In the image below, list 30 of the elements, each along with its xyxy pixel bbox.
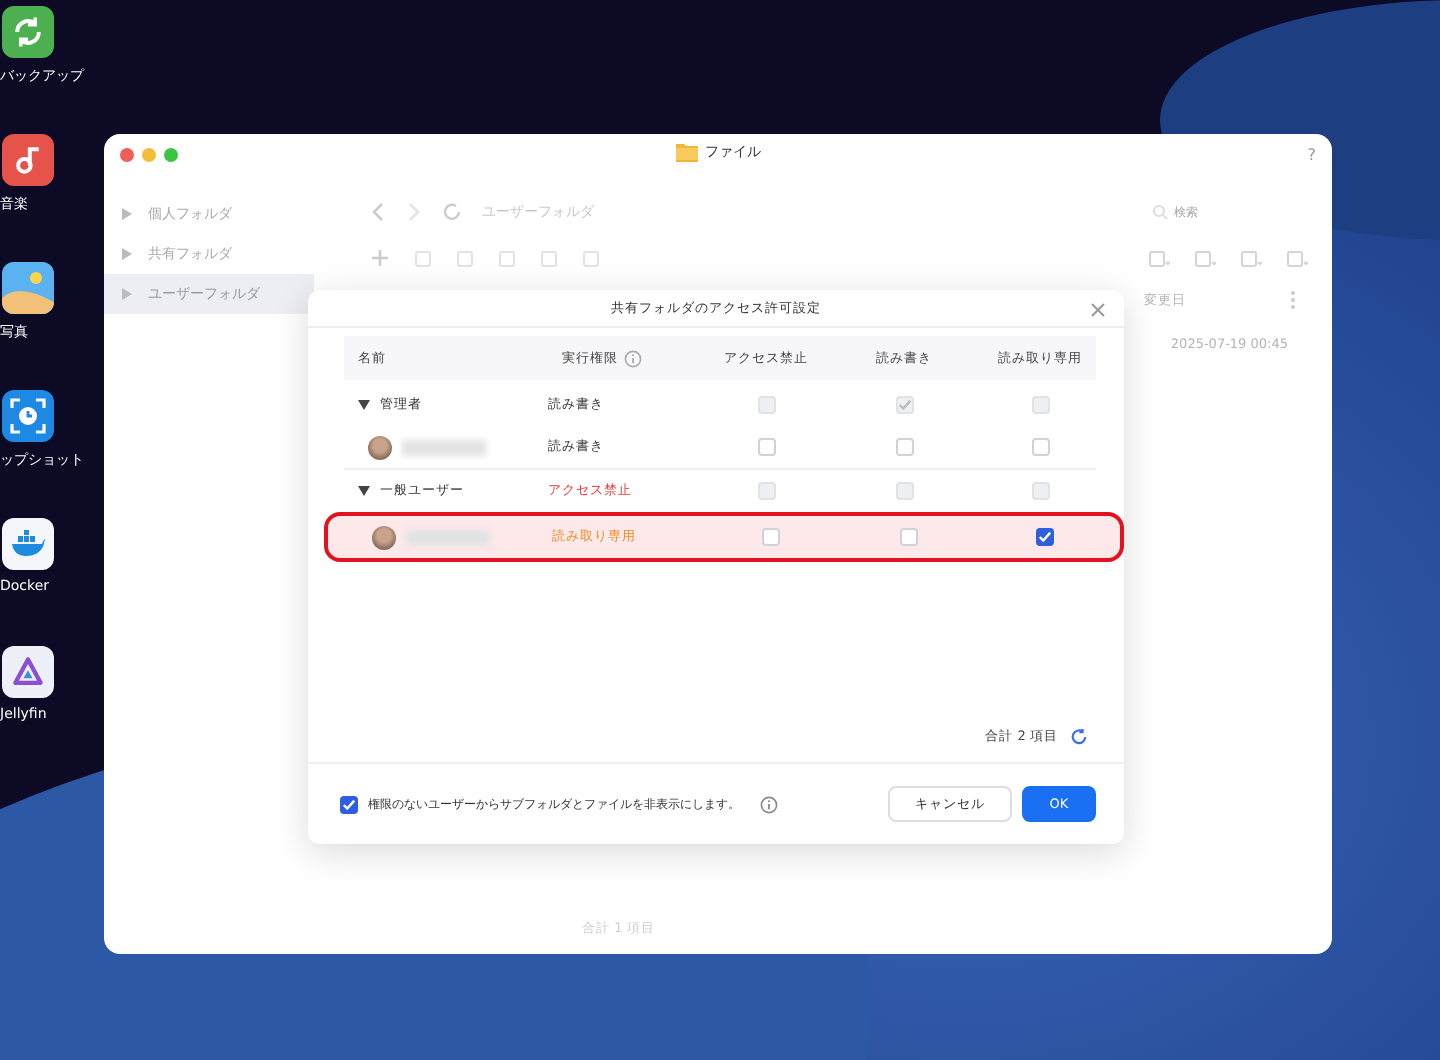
checkbox[interactable]	[1035, 528, 1053, 546]
search-icon	[1152, 204, 1168, 220]
music-app-icon[interactable]	[2, 134, 54, 186]
backup-app-icon[interactable]	[2, 6, 54, 58]
more-icon[interactable]	[1290, 290, 1296, 310]
caret-icon[interactable]	[358, 485, 370, 495]
docker-app-icon[interactable]	[2, 518, 54, 570]
caret-icon	[122, 288, 132, 300]
close-icon[interactable]	[1090, 302, 1106, 318]
avatar	[368, 435, 392, 459]
minimize-dot[interactable]	[142, 147, 156, 161]
photos-app-icon[interactable]	[2, 262, 54, 314]
jellyfin-app-icon[interactable]	[2, 646, 54, 698]
caret-icon[interactable]	[358, 400, 370, 410]
avatar	[372, 525, 396, 549]
help-button[interactable]: ?	[1307, 145, 1316, 163]
info-icon[interactable]	[760, 795, 778, 813]
maximize-dot[interactable]	[164, 147, 178, 161]
close-dot[interactable]	[120, 147, 134, 161]
blurred-name	[402, 439, 486, 455]
blurred-name	[406, 529, 490, 545]
caret-icon	[122, 248, 132, 260]
folder-icon	[675, 142, 697, 162]
caret-icon	[122, 208, 132, 220]
snapshot-app-icon[interactable]	[2, 390, 54, 442]
checkbox[interactable]	[340, 795, 358, 813]
forward-icon[interactable]	[406, 202, 422, 222]
refresh-icon[interactable]	[1070, 728, 1088, 746]
info-icon[interactable]	[624, 349, 642, 367]
back-icon[interactable]	[370, 202, 386, 222]
